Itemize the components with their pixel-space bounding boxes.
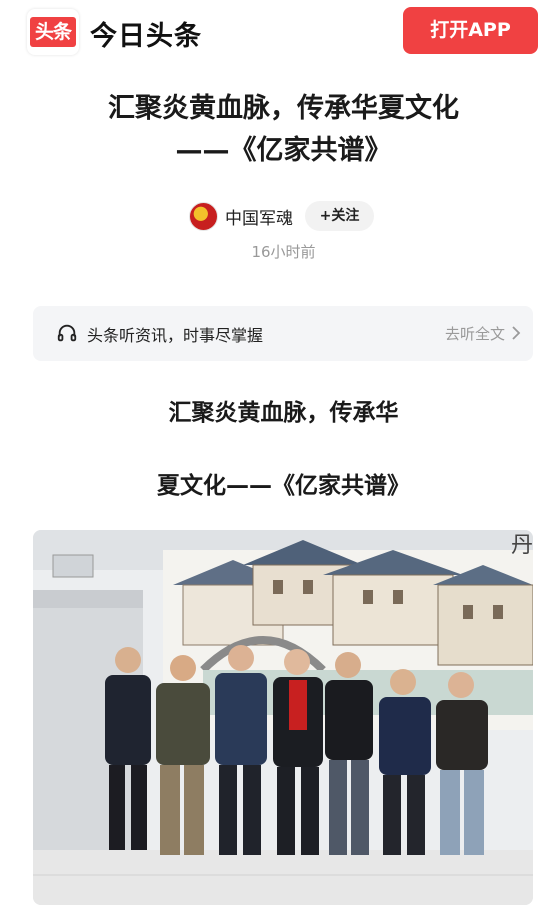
group-photo-illustration: 丹	[33, 530, 533, 905]
article-title: 汇聚炎黄血脉，传承华夏文化 ——《亿家共谱》	[40, 88, 527, 172]
body-title-line2: 夏文化——《亿家共谱》	[157, 473, 410, 499]
headphone-icon	[57, 324, 77, 342]
wall-sign-text: 丹	[511, 533, 533, 558]
logo-text: 头条	[30, 17, 76, 47]
open-app-button[interactable]: 打开APP	[403, 7, 538, 54]
publish-time: 16小时前	[251, 243, 316, 261]
author-name[interactable]: 中国军魂	[225, 204, 293, 229]
listen-bar[interactable]: 头条听资讯，时事尽掌握 去听全文	[33, 306, 533, 361]
body-title-line1: 汇聚炎黄血脉，传承华	[168, 400, 399, 426]
author-row: 中国军魂 +关注	[189, 200, 374, 232]
article-title-line2: ——《亿家共谱》	[175, 135, 392, 166]
author-avatar[interactable]	[189, 201, 218, 231]
chevron-right-icon	[512, 326, 521, 340]
article-photo[interactable]: 丹	[33, 530, 533, 905]
app-name: 今日头条	[90, 21, 202, 52]
listen-full-text-link[interactable]: 去听全文	[445, 323, 505, 344]
follow-button[interactable]: +关注	[305, 201, 374, 231]
toutiao-logo[interactable]: 头条	[27, 9, 79, 55]
listen-text: 头条听资讯，时事尽掌握	[87, 326, 264, 345]
top-bar: 头条 今日头条 打开APP	[0, 0, 538, 64]
article-title-line1: 汇聚炎黄血脉，传承华夏文化	[108, 93, 459, 124]
